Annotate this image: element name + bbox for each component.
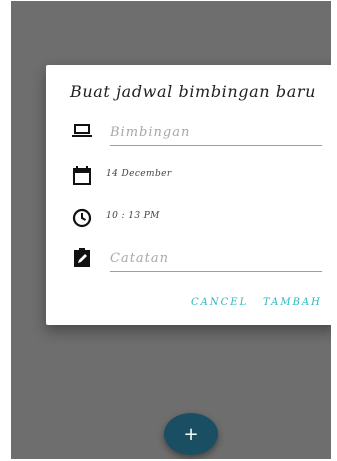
note-row [46,241,331,281]
screen-overlay[interactable]: Buat jadwal bimbingan baru 14 December 1… [11,1,331,459]
clipboard-edit-icon [70,246,94,270]
time-value[interactable]: 10 : 13 PM [106,211,160,221]
clock-icon [70,206,94,230]
time-row[interactable]: 10 : 13 PM [46,201,331,241]
topic-input[interactable] [110,119,322,146]
new-schedule-dialog: Buat jadwal bimbingan baru 14 December 1… [46,65,331,325]
plus-icon: + [183,424,199,445]
dialog-title: Buat jadwal bimbingan baru [70,82,316,101]
topic-row [46,113,331,153]
note-input[interactable] [110,245,322,272]
date-row[interactable]: 14 December [46,159,331,199]
laptop-icon [70,119,94,143]
calendar-icon [70,164,94,188]
add-fab-button[interactable]: + [164,413,218,455]
date-value[interactable]: 14 December [106,169,172,179]
cancel-button[interactable]: CANCEL [191,297,248,308]
add-button[interactable]: TAMBAH [263,297,322,308]
